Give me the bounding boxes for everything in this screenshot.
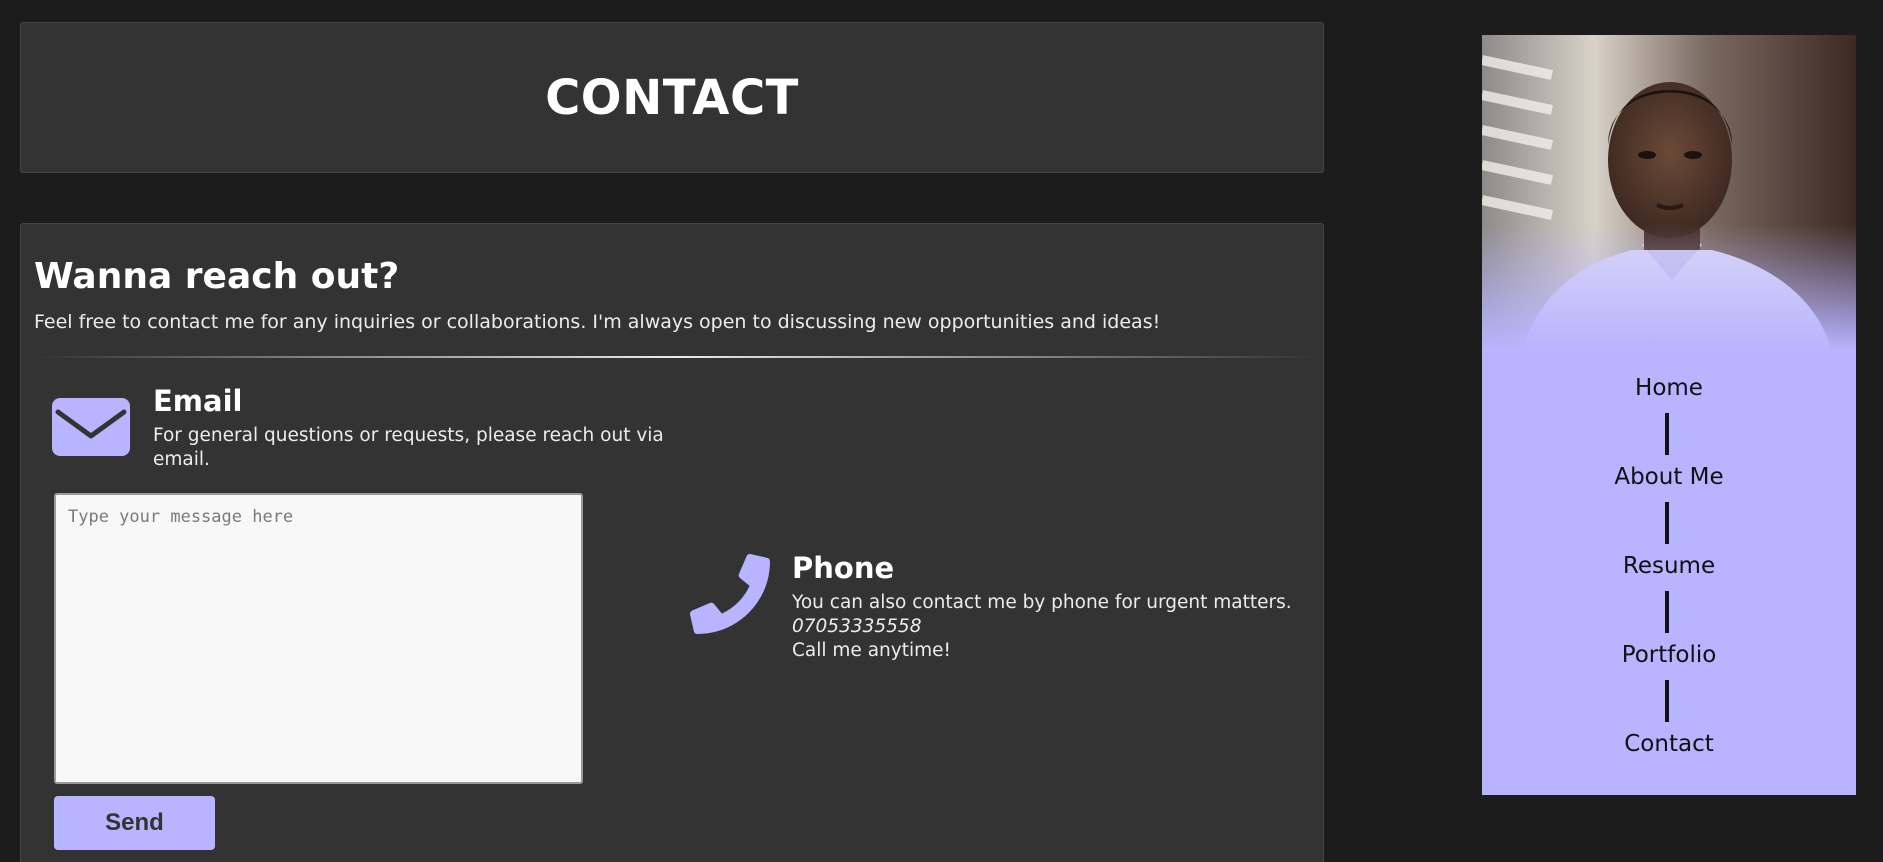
envelope-icon <box>52 398 130 456</box>
message-input[interactable] <box>54 493 583 784</box>
nav-item-contact[interactable]: Contact <box>1482 731 1856 757</box>
page: CONTACT Wanna reach out? Feel free to co… <box>0 0 1883 862</box>
profile-photo <box>1482 35 1856 350</box>
phone-icon <box>690 554 770 634</box>
nav-item-resume[interactable]: Resume <box>1482 553 1856 579</box>
email-title: Email <box>153 384 243 418</box>
nav-connector <box>1665 413 1669 455</box>
nav-item-about-me[interactable]: About Me <box>1482 464 1856 490</box>
contact-heading: Wanna reach out? <box>34 256 400 297</box>
contact-section: Wanna reach out? Feel free to contact me… <box>20 223 1324 862</box>
nav-connector <box>1665 680 1669 722</box>
nav-connector <box>1665 502 1669 544</box>
contact-intro: Feel free to contact me for any inquirie… <box>34 311 1161 333</box>
sidebar: Home About Me Resume Portfolio Contact <box>1482 35 1856 795</box>
phone-note: Call me anytime! <box>792 640 951 661</box>
nav-item-portfolio[interactable]: Portfolio <box>1482 642 1856 668</box>
page-title: CONTACT <box>545 69 799 126</box>
nav-connector <box>1665 591 1669 633</box>
phone-description: You can also contact me by phone for urg… <box>792 592 1292 613</box>
email-description: For general questions or requests, pleas… <box>153 425 664 470</box>
send-button[interactable]: Send <box>54 796 215 850</box>
phone-number: 07053335558 <box>792 616 922 637</box>
nav-item-home[interactable]: Home <box>1482 375 1856 401</box>
phone-title: Phone <box>792 551 895 585</box>
section-divider <box>34 356 1320 358</box>
page-header: CONTACT <box>20 22 1324 173</box>
